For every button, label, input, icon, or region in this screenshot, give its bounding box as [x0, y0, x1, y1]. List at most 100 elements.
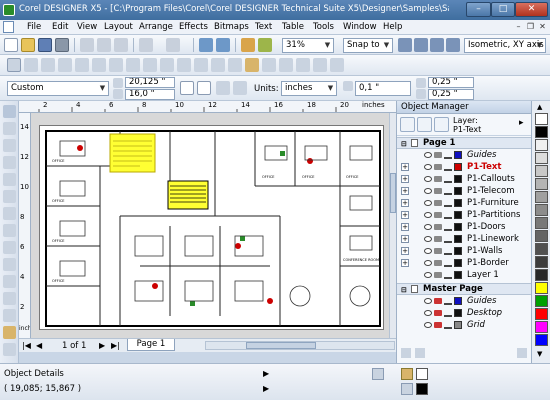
pan-tool-icon[interactable] [330, 58, 344, 72]
color-swatch[interactable] [535, 113, 548, 125]
landscape-icon[interactable] [197, 81, 211, 95]
text-tool-icon[interactable] [194, 58, 208, 72]
freehand-tool-icon[interactable] [3, 173, 16, 186]
docker-options-icon[interactable]: ▸ [519, 118, 524, 128]
status-expand-icon[interactable]: ▶ [263, 369, 269, 378]
color-swatch[interactable] [535, 334, 548, 346]
master-layer-row[interactable]: Desktop [397, 307, 532, 319]
projection-dropdown[interactable]: Isometric, XY axis ▼ [464, 38, 546, 53]
visibility-icon[interactable] [424, 188, 432, 194]
layer-row[interactable]: + P1-Telecom [397, 185, 532, 197]
edit-across-layers-icon[interactable] [417, 117, 432, 132]
document-icon[interactable] [3, 21, 14, 33]
options-icon[interactable] [398, 38, 412, 52]
fill-indicator-icon[interactable] [401, 368, 413, 380]
color-swatch[interactable] [535, 126, 548, 138]
color-swatch[interactable] [535, 269, 548, 281]
callout-tool-icon[interactable] [143, 58, 157, 72]
layer-color-swatch[interactable] [454, 175, 462, 183]
edit-icon[interactable] [444, 247, 452, 255]
expand-icon[interactable]: + [401, 235, 409, 243]
palette-scroll-down-icon[interactable]: ▼ [537, 350, 542, 358]
export-icon[interactable] [216, 38, 230, 52]
master-page-group[interactable]: ⊟ Master Page [397, 283, 532, 295]
color-swatch[interactable] [535, 230, 548, 242]
expand-icon[interactable]: + [401, 247, 409, 255]
edit-icon[interactable] [444, 211, 452, 219]
new-layer-icon[interactable] [401, 348, 411, 358]
outline-tool-icon[interactable] [3, 343, 16, 356]
prev-page-icon[interactable]: ◀ [36, 341, 42, 350]
edit-icon[interactable] [444, 271, 452, 279]
visibility-icon[interactable] [424, 152, 432, 158]
layer-color-swatch[interactable] [454, 163, 462, 171]
pick-tool-icon[interactable] [7, 58, 21, 72]
zoom-tool-icon[interactable] [3, 156, 16, 169]
expand-icon[interactable]: + [401, 175, 409, 183]
color-swatch[interactable] [535, 321, 548, 333]
save-icon[interactable] [38, 38, 52, 52]
freehand-tool-icon[interactable] [109, 58, 123, 72]
visibility-icon[interactable] [424, 298, 432, 304]
scroll-thumb[interactable] [246, 342, 316, 349]
smart-fill-icon[interactable] [41, 58, 55, 72]
edit-icon[interactable] [444, 163, 452, 171]
smart-fill-tool-icon[interactable] [3, 190, 16, 203]
edit-icon[interactable] [444, 259, 452, 267]
visibility-icon[interactable] [424, 322, 432, 328]
current-page-icon[interactable] [233, 81, 247, 95]
color-swatch[interactable] [535, 204, 548, 216]
maximize-button[interactable]: □ [491, 2, 515, 17]
mdi-restore-icon[interactable]: ❐ [525, 22, 536, 33]
color-swatch[interactable] [535, 178, 548, 190]
bezier-tool-icon[interactable] [126, 58, 140, 72]
menu-arrange[interactable]: Arrange [139, 22, 173, 32]
color-swatch[interactable] [535, 308, 548, 320]
layer-color-swatch[interactable] [454, 151, 462, 159]
print-icon[interactable] [434, 188, 442, 194]
page-width-field[interactable]: 20,125 " [125, 77, 175, 88]
corel-connect-icon[interactable] [258, 38, 272, 52]
print-icon[interactable] [434, 212, 442, 218]
close-button[interactable]: ✕ [515, 2, 548, 17]
page-group[interactable]: ⊟ Page 1 [397, 137, 532, 149]
fill-tool-icon[interactable] [3, 326, 16, 339]
layer-color-swatch[interactable] [454, 259, 462, 267]
polygon-tool-icon[interactable] [92, 58, 106, 72]
edit-icon[interactable] [444, 199, 452, 207]
app-launcher-icon[interactable] [241, 38, 255, 52]
page-size-dropdown[interactable]: Custom ▼ [7, 81, 109, 96]
layer-row[interactable]: + P1-Doors [397, 221, 532, 233]
eyedropper-icon[interactable] [228, 58, 242, 72]
expand-icon[interactable]: + [401, 199, 409, 207]
all-pages-icon[interactable] [216, 81, 230, 95]
rectangle-tool-icon[interactable] [58, 58, 72, 72]
print-icon[interactable] [434, 260, 442, 266]
drawing-mode-icon[interactable] [430, 38, 444, 52]
fill-color-swatch[interactable] [416, 368, 428, 380]
table-tool-icon[interactable] [211, 58, 225, 72]
layer-color-swatch[interactable] [454, 271, 462, 279]
mdi-close-icon[interactable]: ✕ [537, 22, 548, 33]
portrait-icon[interactable] [180, 81, 194, 95]
visibility-icon[interactable] [424, 164, 432, 170]
copy-icon[interactable] [97, 38, 111, 52]
edit-icon[interactable] [444, 309, 452, 317]
status-expand-icon[interactable]: ▶ [263, 384, 269, 393]
print-icon[interactable] [434, 152, 442, 158]
color-swatch[interactable] [535, 256, 548, 268]
layer-row-active[interactable]: + P1-Text [397, 161, 532, 173]
minimize-button[interactable]: – [466, 2, 491, 17]
visibility-icon[interactable] [424, 248, 432, 254]
polygon-tool-icon[interactable] [3, 241, 16, 254]
layer-row[interactable]: Layer 1 [397, 269, 532, 281]
duplicate-y-field[interactable]: 0,25 " [428, 89, 474, 100]
visibility-icon[interactable] [424, 212, 432, 218]
undo-icon[interactable] [139, 38, 153, 52]
connector-tool-icon[interactable] [177, 58, 191, 72]
edit-icon[interactable] [444, 151, 452, 159]
print-icon[interactable] [434, 224, 442, 230]
master-layer-row[interactable]: Guides [397, 295, 532, 307]
visibility-icon[interactable] [424, 272, 432, 278]
import-icon[interactable] [199, 38, 213, 52]
